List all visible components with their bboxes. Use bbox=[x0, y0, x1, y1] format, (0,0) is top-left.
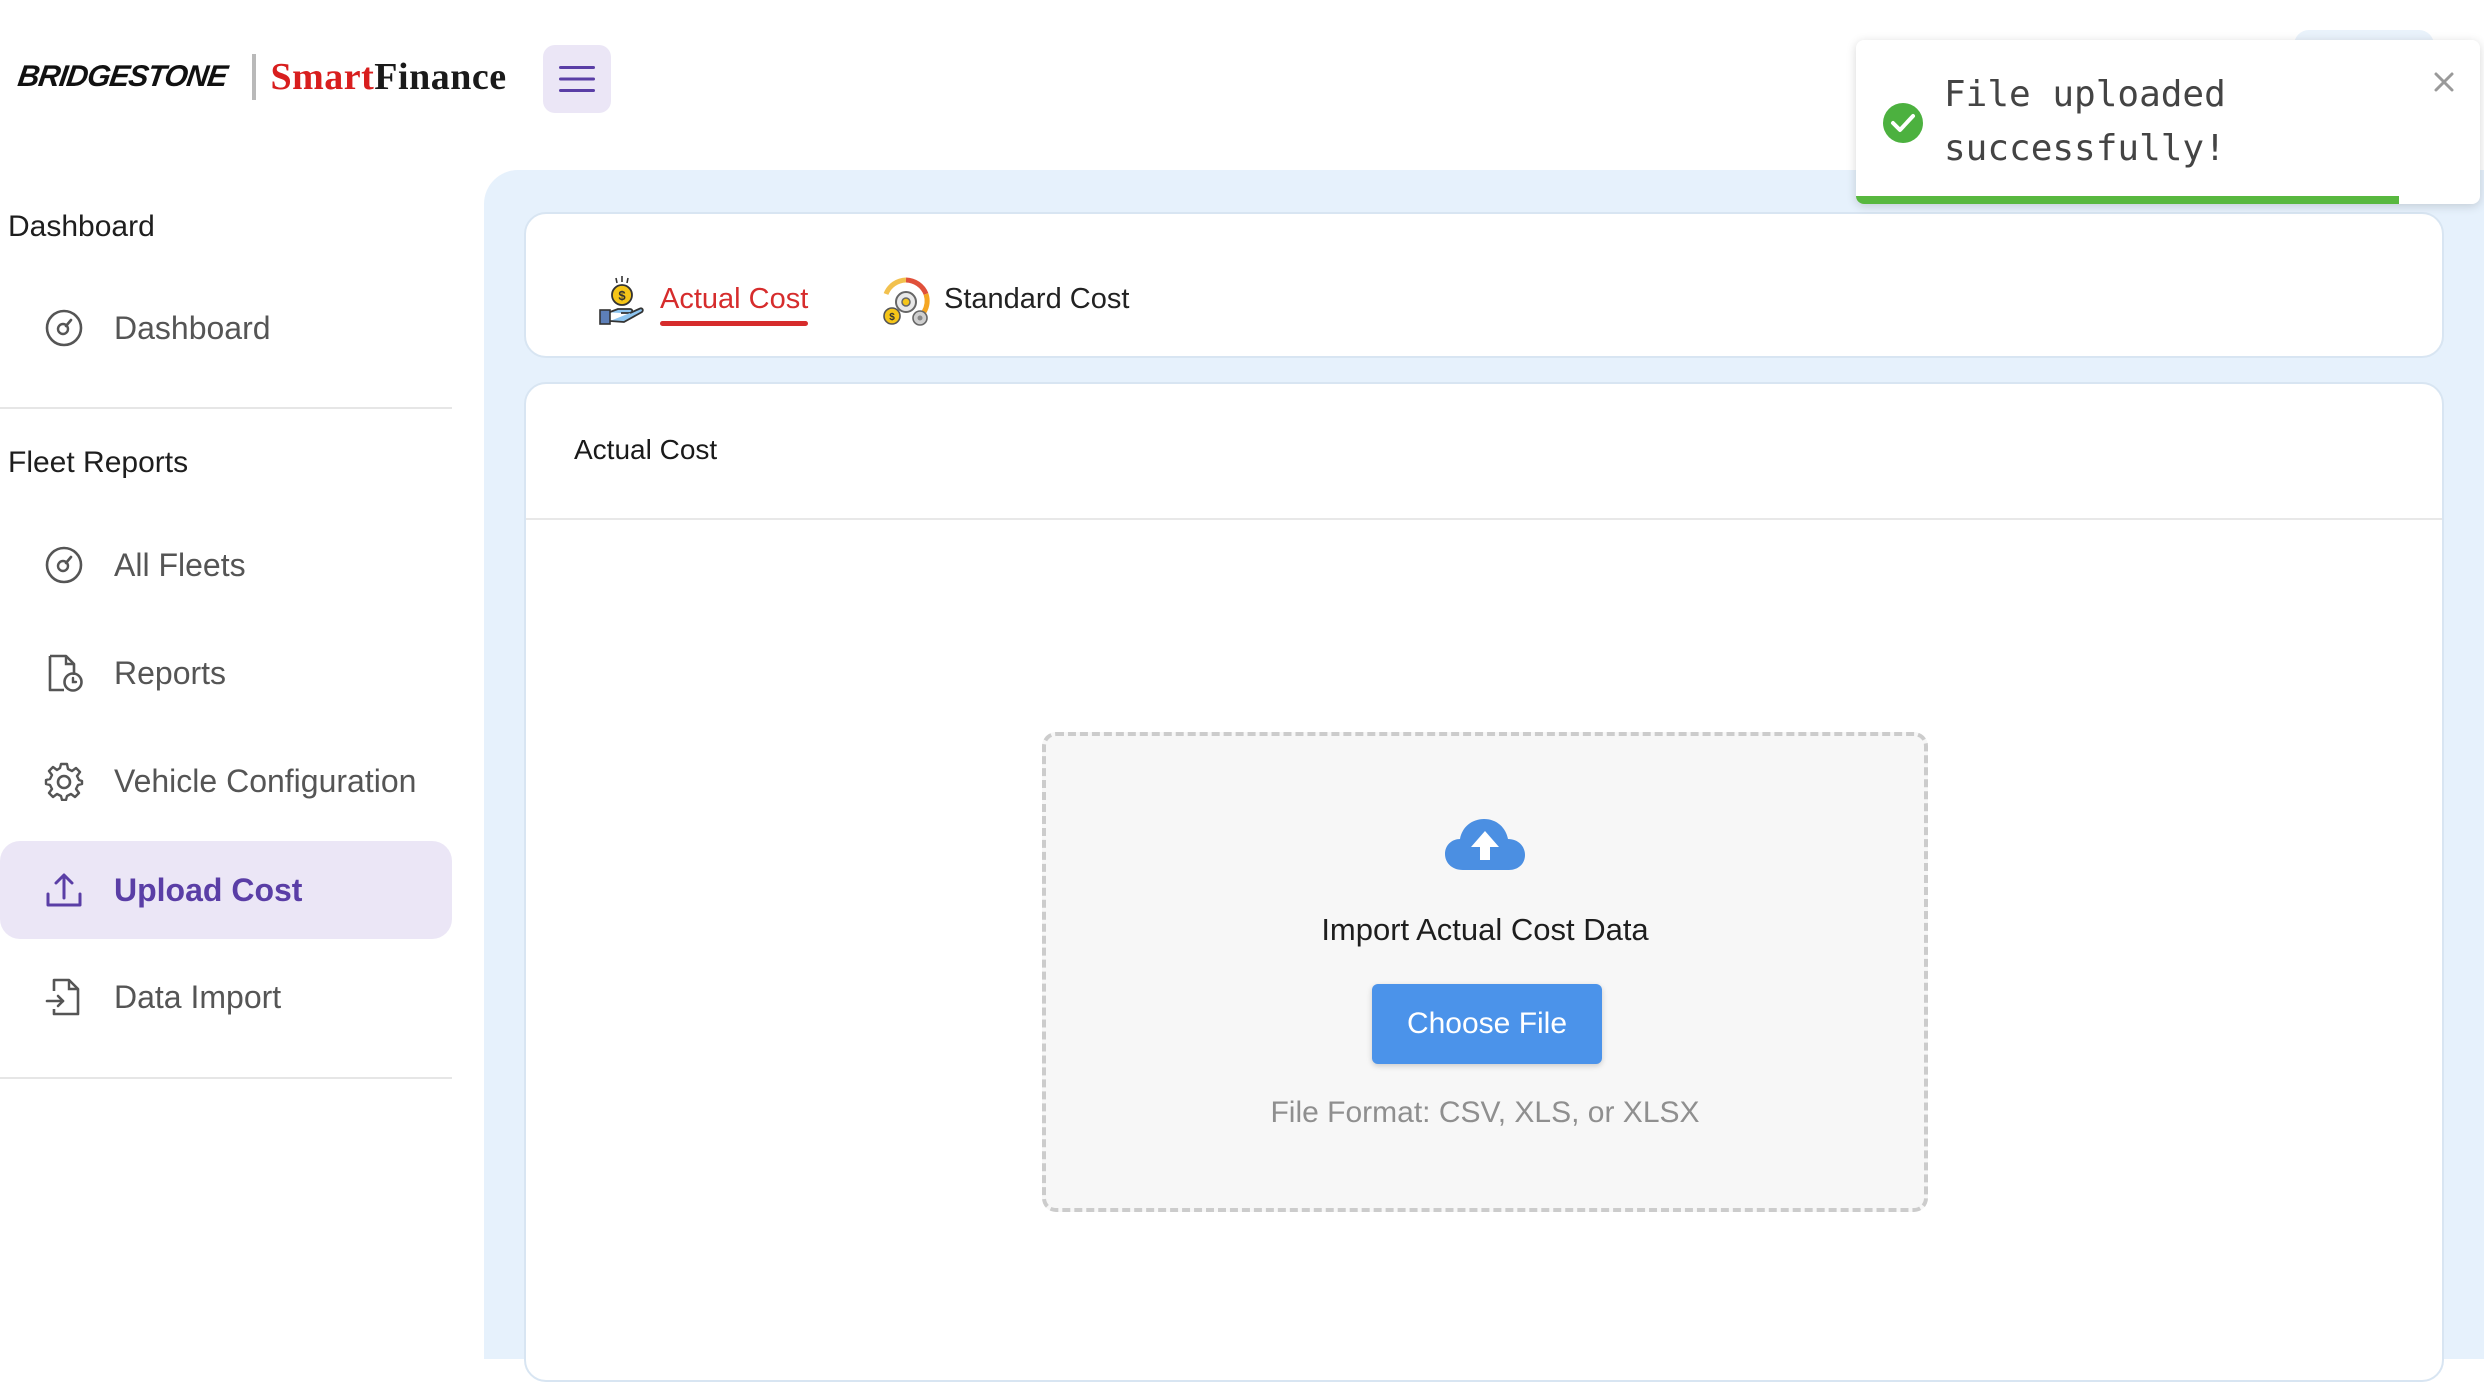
sidebar-section-dashboard: Dashboard bbox=[8, 210, 155, 243]
cloud-upload-icon bbox=[1445, 819, 1525, 870]
hamburger-icon bbox=[559, 66, 595, 92]
sidebar: Dashboard Dashboard Fleet Reports All Fl… bbox=[0, 160, 470, 1359]
main-content: $ Actual Cost $ Standard Cost Actual Cos… bbox=[484, 170, 2484, 1382]
gauge-icon bbox=[44, 545, 84, 585]
card-header: Actual Cost bbox=[526, 384, 2442, 520]
sidebar-item-label: Dashboard bbox=[114, 309, 271, 346]
menu-toggle-button[interactable] bbox=[543, 45, 611, 113]
card-title: Actual Cost bbox=[574, 434, 718, 465]
file-format-note: File Format: CSV, XLS, or XLSX bbox=[1270, 1096, 1700, 1129]
cost-tabs: $ Actual Cost $ Standard Cost bbox=[524, 212, 2444, 358]
money-hand-icon: $ bbox=[599, 276, 644, 325]
sidebar-item-reports[interactable]: Reports bbox=[0, 624, 452, 722]
sidebar-item-upload-cost[interactable]: Upload Cost bbox=[0, 841, 452, 939]
sidebar-item-label: Vehicle Configuration bbox=[114, 762, 417, 799]
toast-close-button[interactable] bbox=[2424, 62, 2464, 102]
check-circle-icon bbox=[1883, 103, 1923, 143]
bridgestone-wordmark: BRIDGESTONE bbox=[15, 60, 229, 93]
toast-message: File uploaded successfully! bbox=[1944, 74, 2226, 169]
gear-icon bbox=[44, 761, 84, 801]
file-import-icon bbox=[44, 977, 84, 1017]
gauge-icon bbox=[44, 308, 84, 348]
sidebar-item-vehicle-configuration[interactable]: Vehicle Configuration bbox=[0, 732, 452, 830]
upload-icon bbox=[44, 870, 84, 910]
tab-standard-cost[interactable]: $ Standard Cost bbox=[880, 272, 1129, 332]
file-dropzone[interactable]: Import Actual Cost Data Choose File File… bbox=[1042, 732, 1928, 1212]
sidebar-item-label: All Fleets bbox=[114, 546, 246, 583]
toast-progress-bar bbox=[1856, 196, 2399, 204]
sidebar-section-fleet-reports: Fleet Reports bbox=[8, 446, 189, 479]
tab-label: Actual Cost bbox=[660, 283, 809, 326]
sidebar-divider bbox=[0, 1077, 452, 1079]
svg-text:$: $ bbox=[618, 288, 626, 303]
tab-label: Standard Cost bbox=[944, 282, 1130, 315]
sidebar-divider bbox=[0, 407, 452, 409]
sidebar-item-dashboard[interactable]: Dashboard bbox=[0, 279, 452, 377]
brand-separator bbox=[252, 54, 257, 100]
choose-file-button[interactable]: Choose File bbox=[1372, 984, 1602, 1064]
sidebar-item-label: Upload Cost bbox=[114, 871, 303, 908]
brand-finance: Finance bbox=[374, 56, 507, 98]
sidebar-item-all-fleets[interactable]: All Fleets bbox=[0, 516, 452, 614]
sidebar-item-label: Data Import bbox=[114, 978, 282, 1015]
brand-smart: Smart bbox=[270, 56, 375, 98]
cost-gear-icon: $ bbox=[883, 277, 930, 326]
import-title: Import Actual Cost Data bbox=[1321, 912, 1649, 947]
svg-text:$: $ bbox=[889, 312, 895, 323]
actual-cost-card: Actual Cost Import Actual Cost Data Choo… bbox=[524, 382, 2444, 1382]
success-toast: File uploaded successfully! bbox=[1856, 40, 2480, 204]
tab-actual-cost[interactable]: $ Actual Cost bbox=[598, 272, 809, 332]
sidebar-item-label: Reports bbox=[114, 654, 227, 691]
report-clock-icon bbox=[44, 653, 84, 693]
close-icon bbox=[2434, 72, 2454, 92]
smartfinance-wordmark: SmartFinance bbox=[270, 55, 506, 99]
brand-logo[interactable]: BRIDGESTONE SmartFinance bbox=[15, 52, 507, 102]
sidebar-item-data-import[interactable]: Data Import bbox=[0, 948, 452, 1046]
toast-progress-track bbox=[1856, 196, 2480, 204]
